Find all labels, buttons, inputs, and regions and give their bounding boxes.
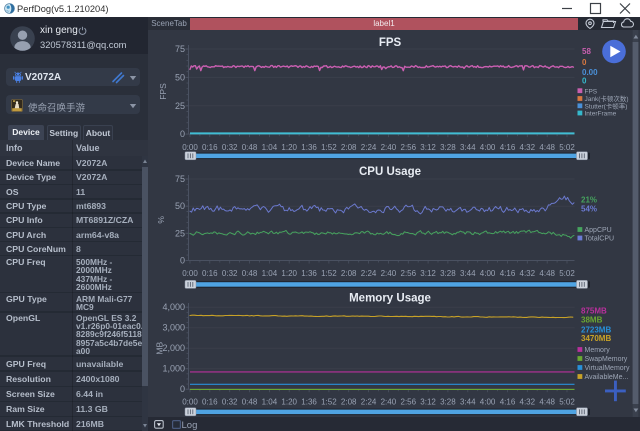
svg-text:3:28: 3:28 bbox=[440, 269, 456, 278]
svg-text:Stutter(卡顿率): Stutter(卡顿率) bbox=[585, 101, 628, 110]
svg-text:0: 0 bbox=[180, 129, 185, 139]
svg-text:0:00: 0:00 bbox=[182, 397, 198, 406]
svg-text:2:56: 2:56 bbox=[401, 143, 417, 152]
svg-text:0: 0 bbox=[582, 58, 587, 67]
svg-text:3:12: 3:12 bbox=[420, 397, 436, 406]
svg-text:0: 0 bbox=[180, 256, 185, 266]
svg-text:2723MB: 2723MB bbox=[581, 325, 611, 334]
svg-text:0:16: 0:16 bbox=[202, 397, 218, 406]
svg-text:TotalCPU: TotalCPU bbox=[585, 236, 615, 243]
svg-text:2:08: 2:08 bbox=[341, 143, 357, 152]
svg-text:1:04: 1:04 bbox=[262, 397, 278, 406]
svg-text:4:00: 4:00 bbox=[480, 397, 496, 406]
svg-text:4:32: 4:32 bbox=[520, 269, 536, 278]
svg-text:25: 25 bbox=[175, 101, 185, 111]
svg-text:1:52: 1:52 bbox=[321, 143, 337, 152]
svg-text:4:48: 4:48 bbox=[539, 397, 555, 406]
svg-text:4:32: 4:32 bbox=[520, 143, 536, 152]
svg-text:2:24: 2:24 bbox=[361, 397, 377, 406]
svg-text:0:32: 0:32 bbox=[222, 397, 238, 406]
svg-text:2,000: 2,000 bbox=[162, 343, 185, 353]
svg-text:4:16: 4:16 bbox=[500, 143, 516, 152]
svg-text:75: 75 bbox=[175, 174, 185, 184]
svg-text:0:32: 0:32 bbox=[222, 143, 238, 152]
svg-text:0:00: 0:00 bbox=[182, 143, 198, 152]
svg-text:1:52: 1:52 bbox=[321, 269, 337, 278]
svg-text:3:28: 3:28 bbox=[440, 143, 456, 152]
svg-text:38MB: 38MB bbox=[581, 316, 603, 325]
svg-text:3,000: 3,000 bbox=[162, 323, 185, 333]
svg-text:21%: 21% bbox=[581, 196, 597, 205]
svg-text:3470MB: 3470MB bbox=[581, 334, 611, 343]
svg-text:Memory Usage: Memory Usage bbox=[349, 293, 431, 305]
svg-text:0:48: 0:48 bbox=[242, 397, 258, 406]
svg-text:3:44: 3:44 bbox=[460, 397, 476, 406]
svg-text:1:36: 1:36 bbox=[301, 397, 317, 406]
svg-text:4:00: 4:00 bbox=[480, 143, 496, 152]
svg-text:InterFrame: InterFrame bbox=[585, 111, 617, 118]
svg-text:CPU Usage: CPU Usage bbox=[359, 166, 421, 178]
svg-text:0:48: 0:48 bbox=[242, 143, 258, 152]
svg-text:2:24: 2:24 bbox=[361, 143, 377, 152]
svg-text:0:32: 0:32 bbox=[222, 269, 238, 278]
svg-text:1,000: 1,000 bbox=[162, 364, 185, 374]
svg-text:FPS: FPS bbox=[158, 83, 168, 100]
svg-text:1:20: 1:20 bbox=[281, 397, 297, 406]
svg-text:SwapMemory: SwapMemory bbox=[585, 356, 628, 363]
svg-text:2:08: 2:08 bbox=[341, 397, 357, 406]
svg-text:875MB: 875MB bbox=[581, 307, 607, 316]
svg-text:3:28: 3:28 bbox=[440, 397, 456, 406]
svg-text:3:44: 3:44 bbox=[460, 143, 476, 152]
svg-text:FPS: FPS bbox=[585, 88, 598, 95]
svg-text:1:04: 1:04 bbox=[262, 143, 278, 152]
svg-text:VirtualMemory: VirtualMemory bbox=[585, 365, 630, 372]
svg-text:4:16: 4:16 bbox=[500, 269, 516, 278]
svg-text:5:02: 5:02 bbox=[559, 143, 575, 152]
svg-text:1:36: 1:36 bbox=[301, 269, 317, 278]
svg-text:58: 58 bbox=[582, 47, 591, 56]
svg-text:0:16: 0:16 bbox=[202, 269, 218, 278]
svg-text:25: 25 bbox=[175, 228, 185, 238]
svg-text:1:20: 1:20 bbox=[281, 269, 297, 278]
svg-text:0:00: 0:00 bbox=[182, 269, 198, 278]
svg-text:1:04: 1:04 bbox=[262, 269, 278, 278]
svg-text:2:56: 2:56 bbox=[401, 269, 417, 278]
svg-text:4:48: 4:48 bbox=[539, 143, 555, 152]
svg-text:0: 0 bbox=[180, 384, 185, 394]
svg-text:75: 75 bbox=[175, 44, 185, 54]
svg-text:4:32: 4:32 bbox=[520, 397, 536, 406]
svg-text:0:48: 0:48 bbox=[242, 269, 258, 278]
svg-text:3:44: 3:44 bbox=[460, 269, 476, 278]
svg-text:2:40: 2:40 bbox=[381, 397, 397, 406]
svg-text:1:52: 1:52 bbox=[321, 397, 337, 406]
svg-text:3:12: 3:12 bbox=[420, 269, 436, 278]
svg-text:1:20: 1:20 bbox=[281, 143, 297, 152]
svg-text:4:48: 4:48 bbox=[539, 269, 555, 278]
svg-text:1:36: 1:36 bbox=[301, 143, 317, 152]
svg-text:4,000: 4,000 bbox=[162, 302, 185, 312]
svg-text:%: % bbox=[156, 216, 166, 224]
svg-text:5:02: 5:02 bbox=[559, 269, 575, 278]
svg-text:Memory: Memory bbox=[585, 347, 611, 354]
svg-text:AvailableMe...: AvailableMe... bbox=[585, 374, 629, 381]
svg-text:AppCPU: AppCPU bbox=[585, 227, 612, 234]
svg-text:2:56: 2:56 bbox=[401, 397, 417, 406]
svg-text:4:00: 4:00 bbox=[480, 269, 496, 278]
svg-text:50: 50 bbox=[175, 201, 185, 211]
svg-text:Jank(卡顿次数): Jank(卡顿次数) bbox=[585, 94, 629, 103]
svg-text:2:24: 2:24 bbox=[361, 269, 377, 278]
svg-text:FPS: FPS bbox=[379, 37, 402, 49]
svg-text:2:40: 2:40 bbox=[381, 269, 397, 278]
svg-text:0:16: 0:16 bbox=[202, 143, 218, 152]
svg-text:2:40: 2:40 bbox=[381, 143, 397, 152]
svg-text:50: 50 bbox=[175, 72, 185, 82]
svg-text:4:16: 4:16 bbox=[500, 397, 516, 406]
svg-text:54%: 54% bbox=[581, 205, 597, 214]
svg-text:2:08: 2:08 bbox=[341, 269, 357, 278]
svg-text:5:02: 5:02 bbox=[559, 397, 575, 406]
svg-text:0: 0 bbox=[582, 77, 587, 86]
svg-text:3:12: 3:12 bbox=[420, 143, 436, 152]
